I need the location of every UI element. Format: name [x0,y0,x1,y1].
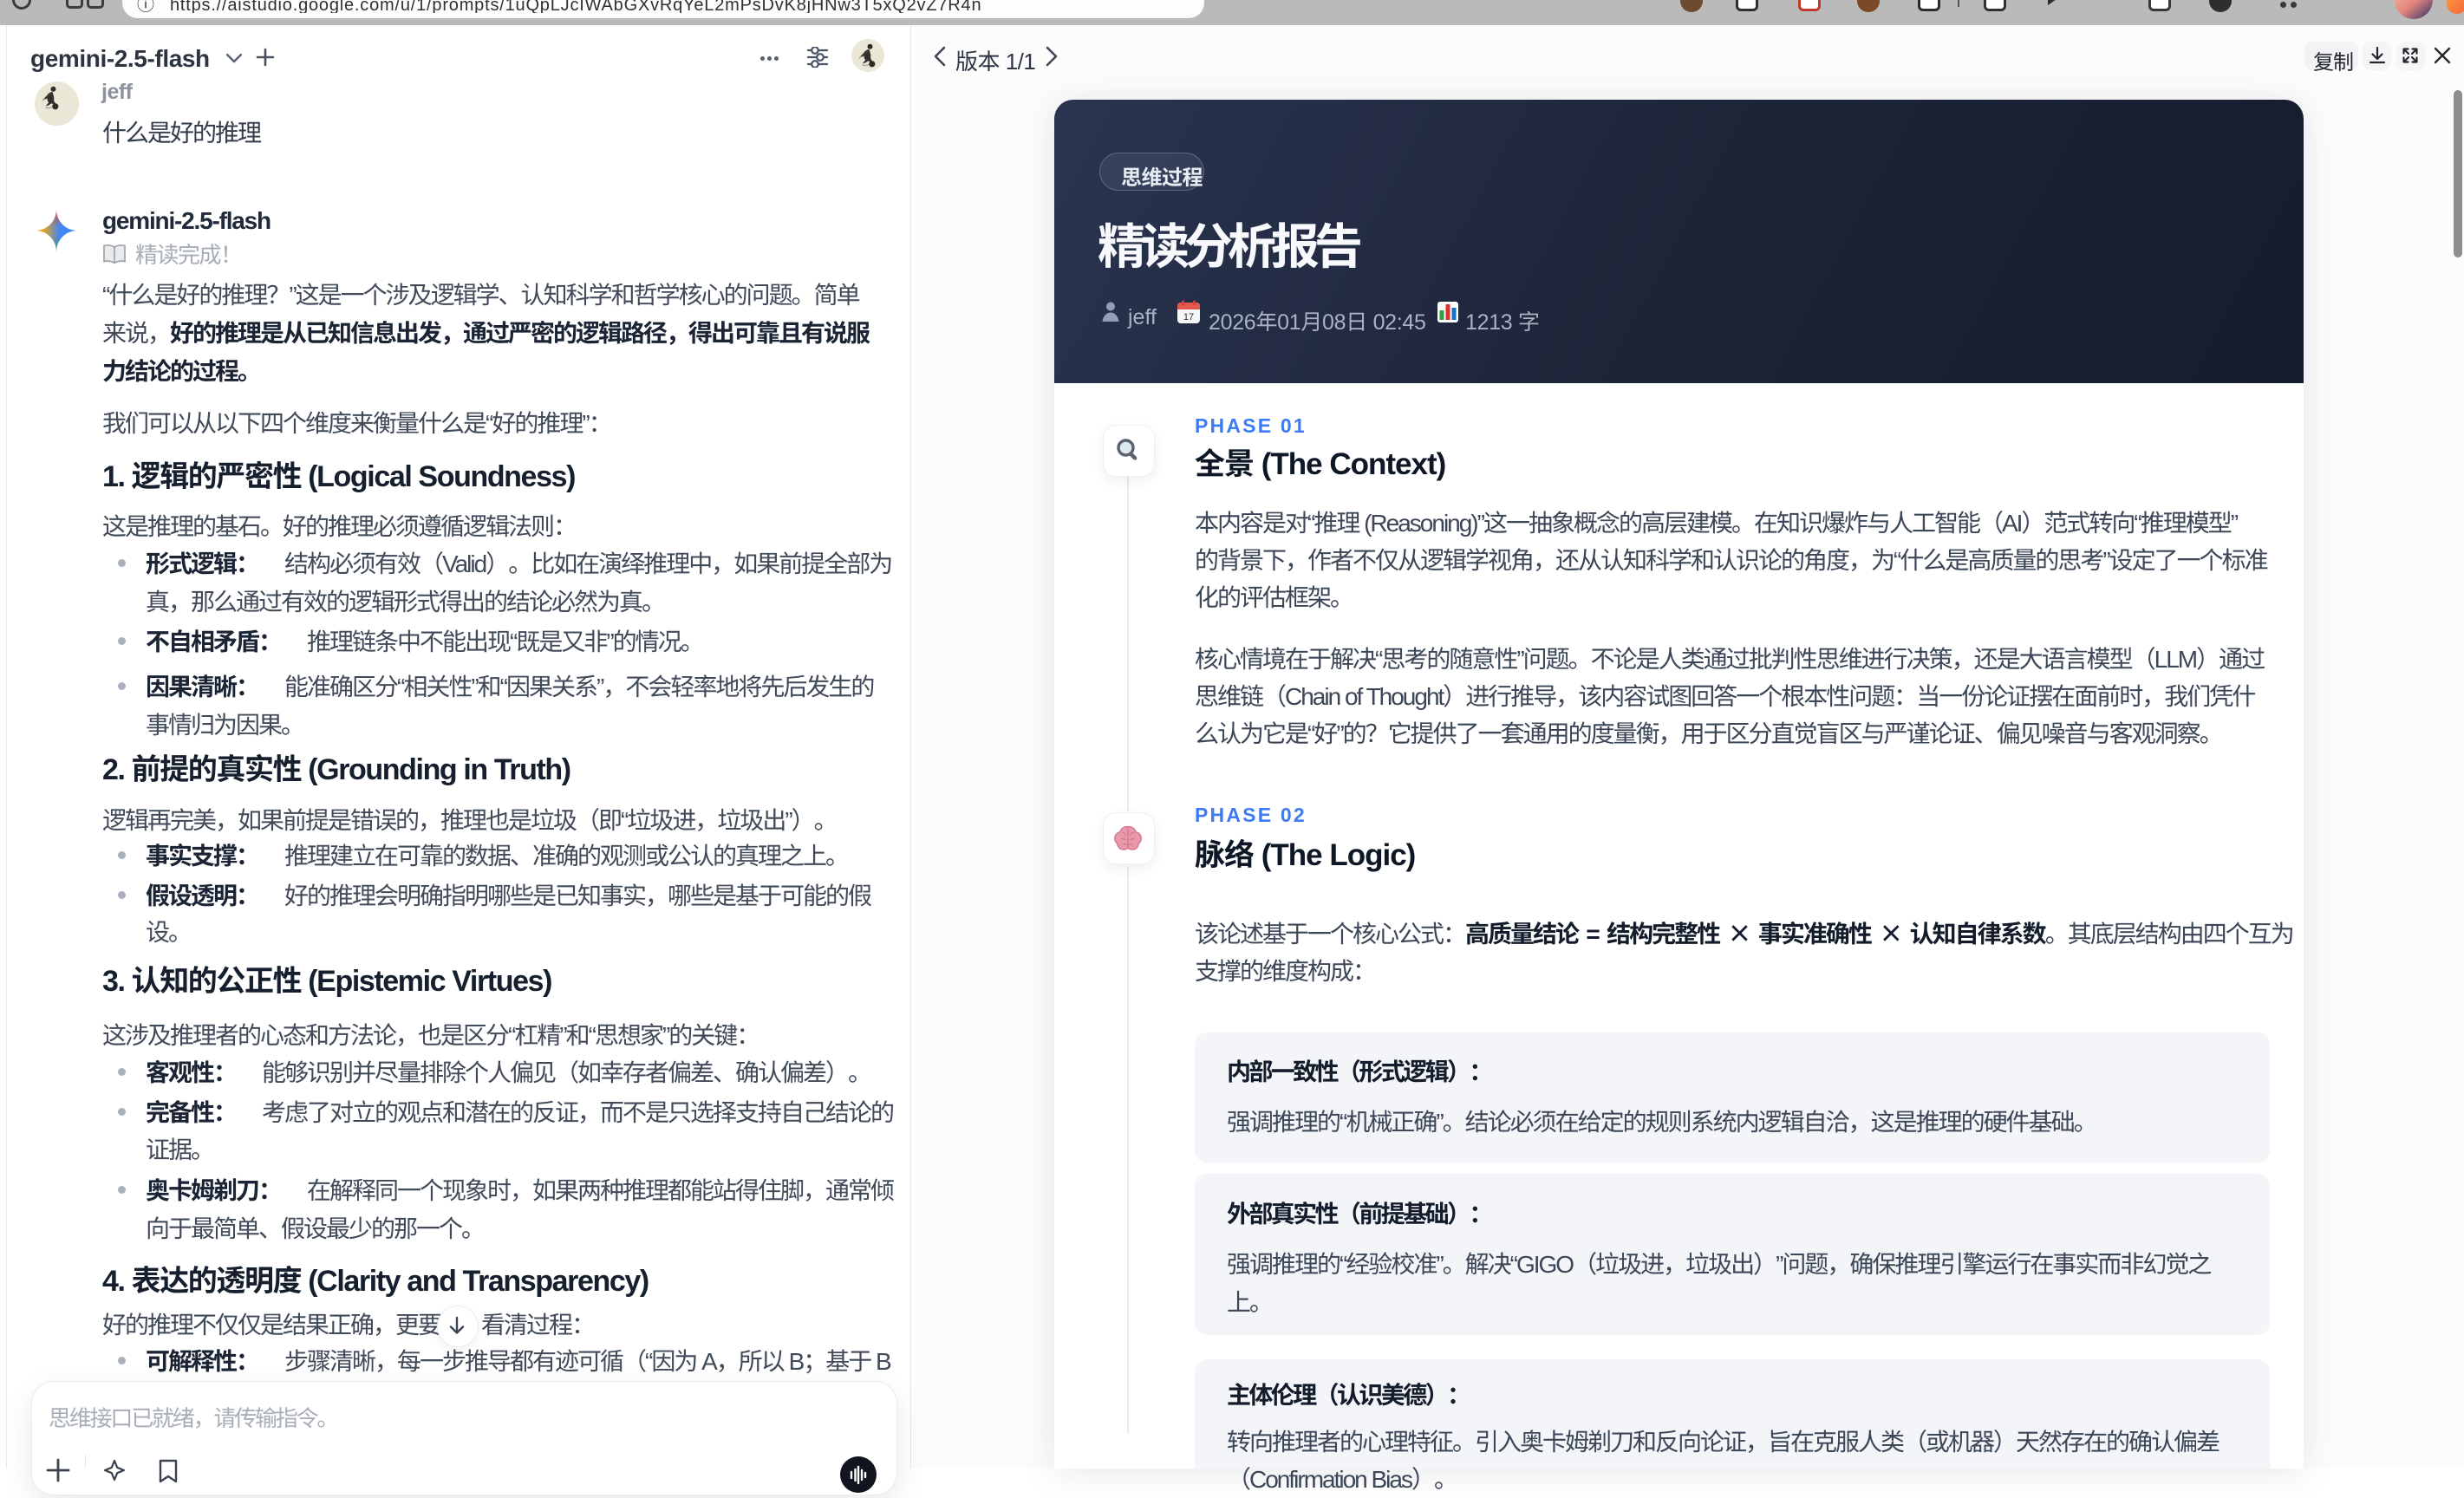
svg-text:17: 17 [1183,312,1194,322]
